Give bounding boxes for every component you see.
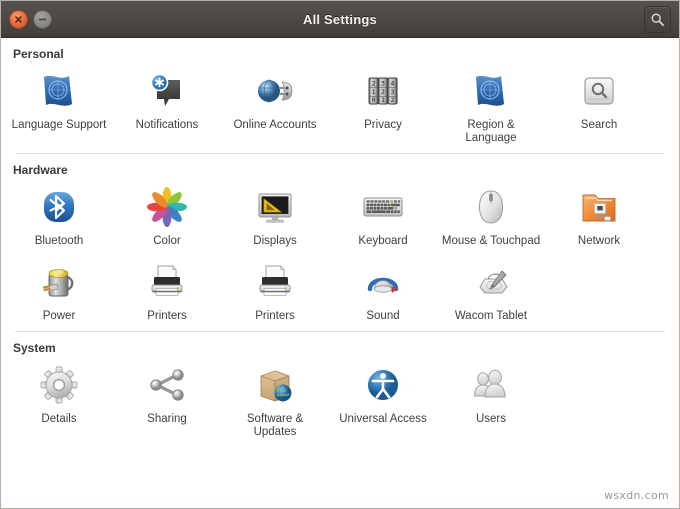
window-title: All Settings [303, 11, 377, 27]
settings-tile-label: Online Accounts [233, 119, 317, 131]
search-icon [651, 13, 665, 26]
section-title-system: System [13, 341, 56, 355]
notification-bubble-icon [143, 67, 191, 115]
svg-text:1: 1 [381, 96, 385, 104]
users-icon [467, 361, 515, 409]
settings-content: Personal Language Support Notifications … [1, 38, 679, 508]
settings-tile-label: Privacy [364, 119, 402, 131]
all-settings-window: All Settings Personal Language Support N… [0, 0, 680, 509]
settings-tile-notifications[interactable]: Notifications [113, 65, 221, 153]
settings-tile-label: Displays [253, 235, 297, 247]
search-panel-icon [575, 67, 623, 115]
svg-text:2: 2 [381, 88, 385, 96]
printer-icon [251, 258, 299, 306]
settings-tile-displays[interactable]: Displays [221, 181, 329, 256]
accessibility-icon [359, 361, 407, 409]
settings-tile-power[interactable]: Power [5, 256, 113, 331]
wacom-tablet-icon [467, 258, 515, 306]
svg-text:2: 2 [372, 80, 376, 88]
gear-icon [35, 361, 83, 409]
settings-tile-label: Mouse & Touchpad [441, 235, 541, 247]
section-hardware: Hardware Bluetooth Color Displays Keyboa… [1, 153, 679, 331]
settings-tile-label: Power [42, 310, 76, 322]
settings-tile-label: Notifications [135, 119, 199, 131]
settings-tile-software-updates[interactable]: Software & Updates [221, 359, 329, 447]
settings-tile-mouse-touchpad[interactable]: Mouse & Touchpad [437, 181, 545, 256]
svg-text:1: 1 [372, 88, 376, 96]
grid-hardware: Bluetooth Color Displays Keyboard Mouse … [1, 181, 679, 331]
settings-tile-universal-access[interactable]: Universal Access [329, 359, 437, 447]
minimize-icon [38, 18, 47, 20]
settings-tile-network[interactable]: Network [545, 181, 653, 256]
settings-tile-label: Universal Access [339, 413, 427, 425]
bluetooth-icon [35, 183, 83, 231]
printer-icon [143, 258, 191, 306]
section-personal: Personal Language Support Notifications … [1, 38, 679, 153]
settings-tile-wacom-tablet[interactable]: Wacom Tablet [437, 256, 545, 331]
titlebar-actions [644, 5, 671, 33]
settings-tile-printers-1[interactable]: Printers [113, 256, 221, 331]
settings-tile-search[interactable]: Search [545, 65, 653, 153]
share-nodes-icon [143, 361, 191, 409]
sound-icon [359, 258, 407, 306]
settings-tile-keyboard[interactable]: Keyboard [329, 181, 437, 256]
settings-tile-sound[interactable]: Sound [329, 256, 437, 331]
combination-lock-icon: 210 321 432 [359, 67, 407, 115]
flag-icon [467, 67, 515, 115]
close-icon [15, 15, 22, 23]
flag-icon [35, 67, 83, 115]
software-box-icon [251, 361, 299, 409]
settings-tile-language-support[interactable]: Language Support [5, 65, 113, 153]
settings-tile-label: Bluetooth [34, 235, 84, 247]
settings-tile-label: Software & Updates [246, 413, 304, 438]
svg-text:3: 3 [390, 88, 394, 96]
monitor-icon [251, 183, 299, 231]
globe-accounts-icon [251, 67, 299, 115]
settings-tile-label: Network [577, 235, 621, 247]
svg-text:4: 4 [390, 80, 394, 88]
settings-tile-label: Details [41, 413, 77, 425]
settings-tile-label: Search [580, 119, 618, 131]
close-button[interactable] [9, 9, 28, 29]
section-title-personal: Personal [13, 47, 64, 61]
settings-tile-label: Language Support [11, 119, 107, 131]
settings-tile-label: Printers [147, 310, 187, 322]
search-button[interactable] [644, 5, 671, 33]
minimize-button[interactable] [33, 9, 52, 29]
color-flower-icon [143, 183, 191, 231]
window-controls [9, 9, 52, 29]
settings-tile-label: Printers [255, 310, 295, 322]
settings-tile-label: Sharing [147, 413, 187, 425]
settings-tile-label: Region & Language [465, 119, 517, 144]
settings-tile-region-language[interactable]: Region & Language [437, 65, 545, 153]
svg-text:3: 3 [381, 80, 385, 88]
network-folder-icon [575, 183, 623, 231]
battery-plug-icon [35, 258, 83, 306]
svg-text:0: 0 [372, 96, 376, 104]
settings-tile-label: Sound [366, 310, 400, 322]
grid-system: Details Sharing Software & Updates Unive… [1, 359, 679, 447]
settings-tile-sharing[interactable]: Sharing [113, 359, 221, 447]
svg-text:2: 2 [390, 96, 394, 104]
settings-tile-label: Users [475, 413, 507, 425]
keyboard-icon [359, 183, 407, 231]
settings-tile-online-accounts[interactable]: Online Accounts [221, 65, 329, 153]
settings-tile-label: Keyboard [358, 235, 408, 247]
settings-tile-bluetooth[interactable]: Bluetooth [5, 181, 113, 256]
grid-personal: Language Support Notifications Online Ac… [1, 65, 679, 153]
settings-tile-label: Color [153, 235, 181, 247]
section-system: System Details Sharing Software & Update… [1, 331, 679, 447]
title-bar: All Settings [1, 1, 679, 38]
section-title-hardware: Hardware [13, 163, 68, 177]
settings-tile-color[interactable]: Color [113, 181, 221, 256]
settings-tile-users[interactable]: Users [437, 359, 545, 447]
settings-tile-printers-2[interactable]: Printers [221, 256, 329, 331]
settings-tile-label: Wacom Tablet [454, 310, 528, 322]
mouse-icon [467, 183, 515, 231]
settings-tile-privacy[interactable]: 210 321 432 Privacy [329, 65, 437, 153]
watermark: wsxdn.com [604, 489, 669, 502]
settings-tile-details[interactable]: Details [5, 359, 113, 447]
